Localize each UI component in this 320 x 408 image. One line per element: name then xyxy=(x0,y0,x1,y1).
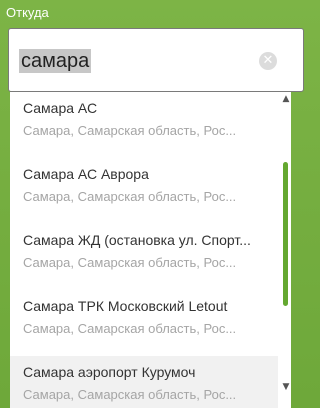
list-item-name: Самара ЖД (остановка ул. Спорт... xyxy=(23,232,251,248)
list-item[interactable]: Самара АС Аврора Самара, Самарская облас… xyxy=(10,158,278,224)
scrollbar-thumb[interactable] xyxy=(283,162,288,306)
search-input[interactable]: самара xyxy=(19,47,92,75)
list-item-name: Самара ТРК Московский Letout xyxy=(23,298,228,314)
search-box[interactable]: самара ✕ xyxy=(8,28,304,92)
from-label: Откуда xyxy=(6,5,49,20)
list-item-region: Самара, Самарская область, Рос... xyxy=(23,387,237,402)
search-input-value: самара xyxy=(19,49,92,73)
list-item-region: Самара, Самарская область, Рос... xyxy=(23,189,237,204)
list-item[interactable]: Самара АС Самара, Самарская область, Рос… xyxy=(10,92,278,158)
list-item-region: Самара, Самарская область, Рос... xyxy=(23,321,237,336)
scroll-down-icon[interactable]: ▼ xyxy=(281,382,291,392)
list-item-region: Самара, Самарская область, Рос... xyxy=(23,255,237,270)
list-item[interactable]: Самара аэропорт Курумоч Самара, Самарска… xyxy=(10,356,278,408)
list-item[interactable]: Самара ЖД (остановка ул. Спорт... Самара… xyxy=(10,224,278,290)
list-item-name: Самара аэропорт Курумоч xyxy=(23,364,196,380)
list-item[interactable]: Самара ТРК Московский Letout Самара, Сам… xyxy=(10,290,278,356)
scroll-up-icon[interactable]: ▲ xyxy=(281,94,291,104)
results-dropdown: Самара АС Самара, Самарская область, Рос… xyxy=(10,92,291,408)
list-item-region: Самара, Самарская область, Рос... xyxy=(23,123,237,138)
clear-icon[interactable]: ✕ xyxy=(259,52,277,70)
list-item-name: Самара АС Аврора xyxy=(23,166,149,182)
list-item-name: Самара АС xyxy=(23,100,98,116)
